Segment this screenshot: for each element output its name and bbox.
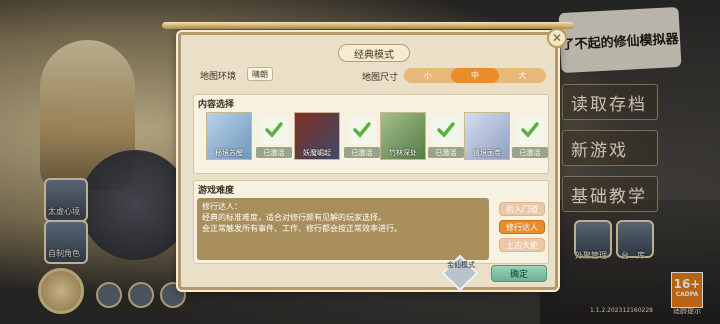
difficulty-desc-line2: 会正常触发所有事件、工作、修行都会按正常效率进行。 (202, 224, 402, 233)
map-size-medium[interactable]: 中 (451, 68, 499, 83)
content-card-list: 秘境苏醒 已激活 妖魔崛起 已激活 竹林深处 已激活 道境画卷 已激活 (202, 112, 548, 162)
content-section-title: 内容选择 (198, 100, 235, 110)
difficulty-desc-line1: 经典的标准难度，适合对修行颇有见解的玩家选择。 (202, 213, 386, 222)
check-icon (260, 116, 288, 144)
activated-label: 已激活 (428, 147, 464, 158)
difficulty-section-title: 游戏难度 (198, 186, 235, 196)
difficulty-description: 修行达人： 经典的标准难度，适合对修行颇有见解的玩家选择。 会正常触发所有事件、… (197, 198, 489, 260)
card-name: 道境画卷 (473, 149, 501, 157)
confirm-button[interactable]: 确定 (491, 265, 547, 282)
content-card[interactable]: 秘境苏醒 (206, 112, 252, 160)
card-name: 妖魔崛起 (303, 149, 331, 157)
card-name: 竹林深处 (389, 149, 417, 157)
difficulty-expert-button[interactable]: 修行达人 (499, 220, 545, 234)
map-env-select[interactable]: 晴朗 (247, 67, 273, 81)
card-name: 秘境苏醒 (215, 149, 243, 157)
close-button[interactable]: ✕ (547, 28, 567, 48)
map-size-label: 地图尺寸 (362, 73, 399, 83)
difficulty-ancient-button[interactable]: 上古大能 (499, 238, 545, 252)
activated-toggle[interactable]: 已激活 (256, 112, 292, 160)
map-size-selector: 小 中 大 (404, 68, 546, 83)
dialog-title: 经典模式 (338, 44, 410, 62)
mode-tag-label: 金仙模式 (447, 261, 475, 269)
map-size-large[interactable]: 大 (499, 68, 546, 83)
check-icon (348, 116, 376, 144)
content-card[interactable]: 妖魔崛起 (294, 112, 340, 160)
difficulty-desc-title: 修行达人： (202, 202, 242, 211)
activated-label: 已激活 (344, 147, 380, 158)
activated-toggle[interactable]: 已激活 (512, 112, 548, 160)
activated-label: 已激活 (512, 147, 548, 158)
activated-toggle[interactable]: 已激活 (428, 112, 464, 160)
content-card[interactable]: 道境画卷 (464, 112, 510, 160)
scroll-rod-decoration (162, 22, 574, 29)
activated-label: 已激活 (256, 147, 292, 158)
difficulty-beginner-button[interactable]: 初入门道 (499, 202, 545, 216)
content-card[interactable]: 竹林深处 (380, 112, 426, 160)
map-size-small[interactable]: 小 (404, 68, 451, 83)
check-icon (432, 116, 460, 144)
close-icon: ✕ (551, 31, 563, 45)
activated-toggle[interactable]: 已激活 (344, 112, 380, 160)
map-env-label: 地图环境 (200, 72, 237, 82)
check-icon (516, 116, 544, 144)
